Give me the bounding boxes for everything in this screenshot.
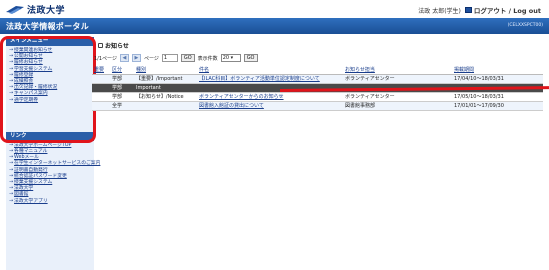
cell-type: 【重要】/Important [134,74,197,84]
col-owner[interactable]: お知らせ担当 [343,66,452,75]
link-item-internet-service[interactable]: 在学生インターネットサービスのご案内 [9,161,100,167]
page-go-button[interactable]: GO [180,54,195,62]
prev-page-button[interactable]: ◀ [119,54,129,62]
pager-prefix: 1/1ページ [94,55,117,62]
screen-code: (CELXXSPCT00) [507,23,543,28]
cell-important [92,101,110,111]
cell-owner: ボランティアセンター [343,74,452,84]
cell-type: 【お知らせ】/Notice [134,92,197,102]
table-row[interactable]: 全学 図書館入館証の貸出について 図書館事務部 17/01/01〜17/09/3… [92,101,543,111]
cell-subject-link[interactable]: ボランティアセンターからのお知らせ [197,92,343,102]
next-page-button[interactable]: ▶ [131,54,141,62]
cell-period: 17/05/10〜18/03/31 [452,92,543,102]
cell-important [92,83,110,93]
table-row[interactable]: 学部 【重要】/Important 【ILAC科目】ボランティア活動単位認定制度… [92,74,543,84]
cell-owner: ボランティアセンター [343,92,452,102]
cell-type [134,101,197,111]
page-label: ページ [143,55,159,62]
user-area: 法政 太郎(学生) ログアウト / Log out [418,5,541,15]
logout-icon [464,7,472,13]
cell-period: 17/04/10〜18/03/31 [452,74,543,84]
cell-type: Important [134,83,197,93]
cell-subject-link[interactable]: 【ILAC科目】ボランティア活動単位認定制度について [197,74,343,84]
links-list: 法政大学ホームページTOP 各種マニュアル Webメール 在学生インターネットサ… [6,141,100,207]
logo-text: 法政大学 [27,5,66,16]
annotation-highlight-box [0,36,96,143]
portal-title: 法政大学情報ポータル [6,22,89,31]
table-header-row: 重要 区分 種別 件名 お知らせ担当 掲載期間 [92,66,543,75]
cell-category: 学部 [110,83,134,93]
per-page-select[interactable]: 20 ▾ [220,54,241,62]
notices-title-text: お知らせ [105,43,129,50]
logo-mark-icon [6,6,24,14]
page-number-input[interactable]: 1 [161,54,178,62]
logout-label: ログアウト / Log out [473,7,541,15]
cell-period: 17/01/01〜17/09/30 [452,101,543,111]
notices-title: お知らせ [98,41,129,50]
portal-title-bar: 法政大学情報ポータル (CELXXSPCT00) [0,18,549,34]
cell-owner: 図書館事務部 [343,101,452,111]
notice-icon [98,43,103,48]
col-subject[interactable]: 件名 [197,66,343,75]
link-item-app[interactable]: 法政大学アプリ [9,199,92,205]
user-name: 法政 太郎(学生) [418,7,461,15]
per-page-go-button[interactable]: GO [243,54,258,62]
cell-subject-link[interactable]: 図書館入館証の貸出について [197,101,343,111]
per-page-value: 20 [222,55,230,61]
per-page-label: 表示件数 [197,55,218,62]
col-type[interactable]: 種別 [134,66,197,75]
table-row[interactable]: 学部 【お知らせ】/Notice ボランティアセンターからのお知らせ ボランティ… [92,92,543,102]
cell-category: 全学 [110,101,134,111]
university-logo[interactable]: 法政大学 [6,2,86,16]
cell-category: 学部 [110,74,134,84]
notices-panel: お知らせ 1/1ページ ◀ ▶ ページ 1 GO 表示件数 20 ▾ GO 重要… [92,37,549,177]
pager: 1/1ページ ◀ ▶ ページ 1 GO 表示件数 20 ▾ GO [94,54,258,62]
cell-category: 学部 [110,92,134,102]
logout-button[interactable]: ログアウト / Log out [464,5,541,15]
col-important[interactable]: 重要 [92,66,110,75]
cell-important [92,74,110,84]
top-band: 法政大学 法政 太郎(学生) ログアウト / Log out [0,0,549,18]
col-period[interactable]: 掲載期間 [452,66,543,75]
cell-important [92,92,110,102]
col-category[interactable]: 区分 [110,66,134,75]
